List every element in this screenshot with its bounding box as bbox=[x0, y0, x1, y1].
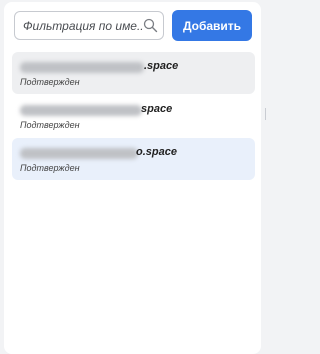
account-list: .space Подтвержден space Подтвержден o.s… bbox=[12, 52, 255, 181]
list-item[interactable]: space Подтвержден bbox=[12, 95, 255, 137]
search-box[interactable] bbox=[14, 11, 164, 40]
list-item[interactable]: o.space Подтвержден bbox=[12, 138, 255, 180]
redacted-domain bbox=[20, 148, 138, 159]
panel-divider bbox=[265, 108, 266, 120]
status-text: Подтвержден bbox=[20, 120, 80, 130]
status-text: Подтвержден bbox=[20, 163, 80, 173]
domain-suffix: space bbox=[141, 103, 173, 115]
search-icon[interactable] bbox=[143, 18, 158, 33]
redacted-domain bbox=[20, 105, 142, 116]
domain-suffix: .space bbox=[144, 60, 179, 72]
search-input[interactable] bbox=[15, 12, 143, 39]
redacted-domain bbox=[20, 62, 144, 73]
status-text: Подтвержден bbox=[20, 77, 80, 87]
list-item[interactable]: .space Подтвержден bbox=[12, 52, 255, 94]
domain-suffix: o.space bbox=[136, 146, 177, 158]
add-button[interactable]: Добавить bbox=[172, 10, 252, 41]
